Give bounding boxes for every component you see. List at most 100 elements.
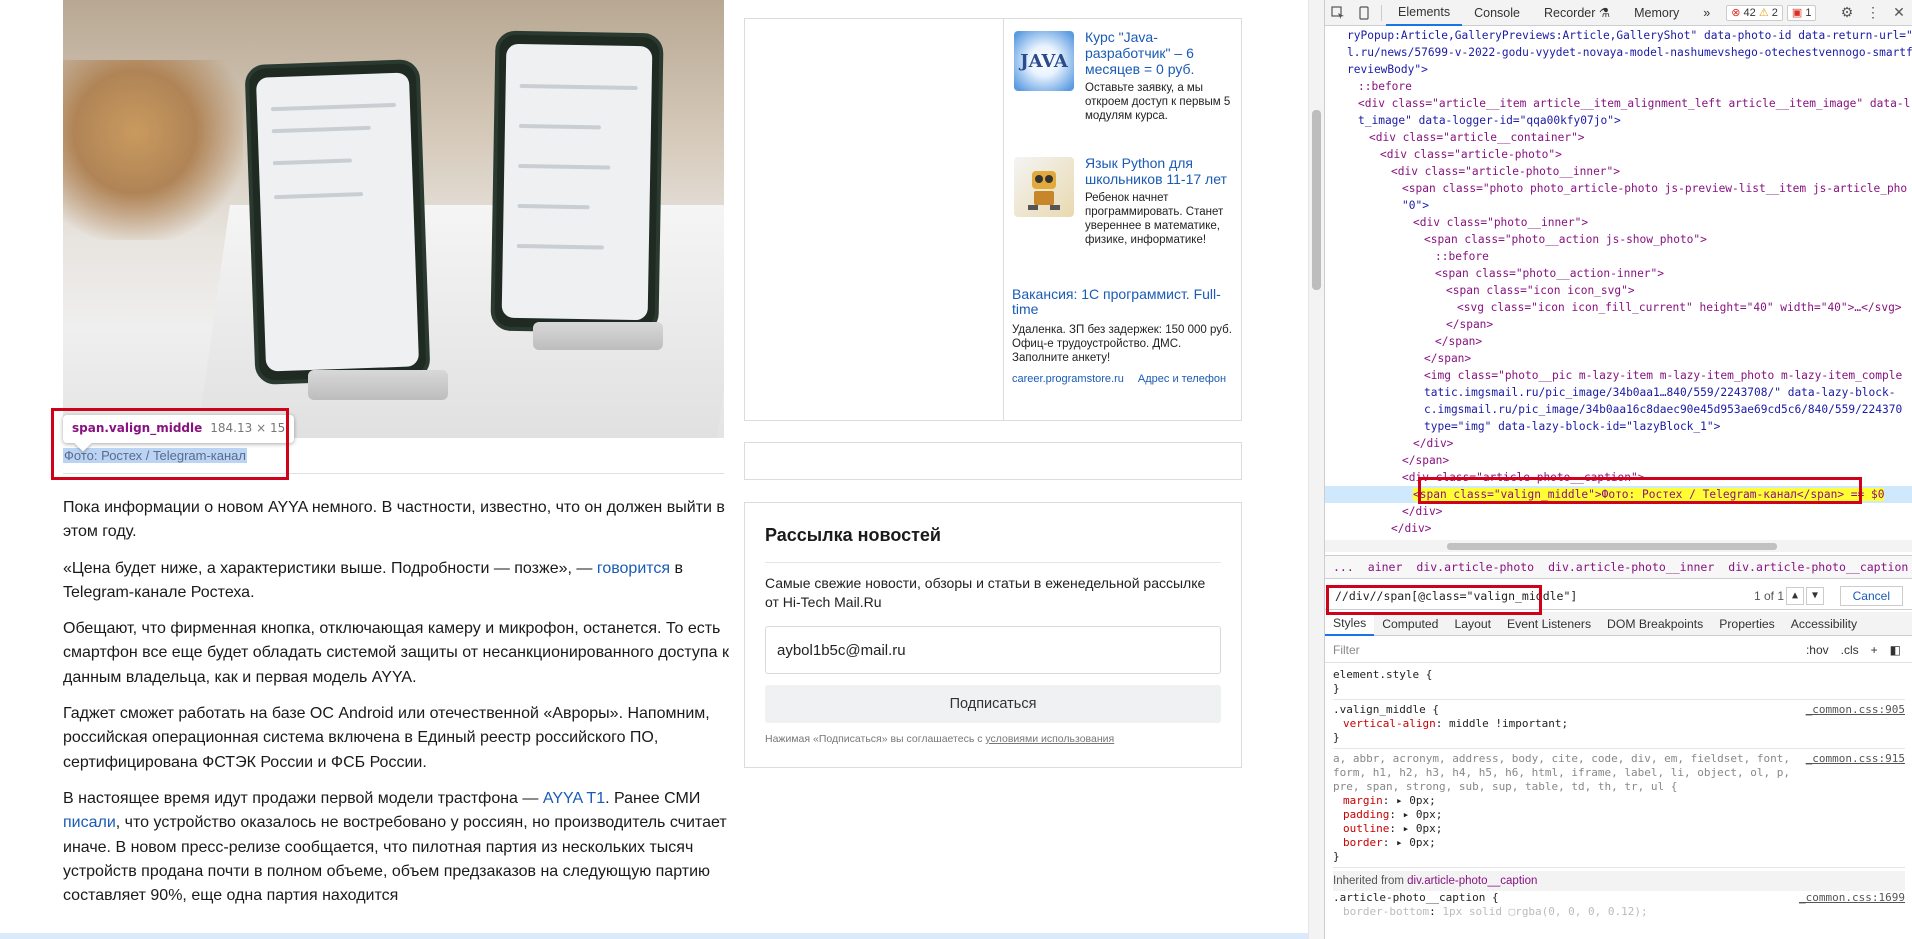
search-next-icon[interactable]: ▼ [1806, 586, 1825, 605]
dom-node-line[interactable]: ::before [1325, 78, 1912, 95]
dom-node-line[interactable]: <img class="photo__pic m-lazy-item m-laz… [1325, 367, 1912, 384]
dom-node-line[interactable]: </div> [1325, 503, 1912, 520]
inherited-from-link[interactable]: div.article-photo__caption [1407, 875, 1537, 887]
terms-link[interactable]: условиями использования [985, 733, 1114, 745]
dom-node-line[interactable]: type="img" data-lazy-block-id="lazyBlock… [1325, 418, 1912, 435]
more-options-icon[interactable]: ⋮ [1860, 0, 1886, 26]
tab-console[interactable]: Console [1462, 0, 1532, 26]
python-robot-image[interactable] [1014, 157, 1074, 217]
search-prev-icon[interactable]: ▲ [1786, 586, 1805, 605]
dom-node-line[interactable]: <span class="photo__action-inner"> [1325, 265, 1912, 282]
hov-toggle[interactable]: :hov [1806, 643, 1829, 657]
new-rule-icon[interactable]: + [1871, 643, 1878, 657]
dom-node-line[interactable]: t_image" data-logger-id="qqa00kfy07jo"> [1325, 112, 1912, 129]
styles-filter-input[interactable]: Filter [1333, 643, 1360, 657]
rule-source-link[interactable]: _common.css:905 [1806, 703, 1905, 717]
ad-link-site[interactable]: career.programstore.ru [1012, 373, 1124, 385]
dom-node-line[interactable]: </span> [1325, 452, 1912, 469]
dom-node-line[interactable]: <span class="icon icon_svg"> [1325, 282, 1912, 299]
elements-tree[interactable]: ryPopup:Article,GalleryPreviews:Article,… [1325, 27, 1912, 547]
css-property[interactable]: vertical-align [1343, 717, 1436, 730]
scrollbar-thumb[interactable] [1447, 543, 1777, 550]
subtab-dom-breakpoints[interactable]: DOM Breakpoints [1599, 612, 1711, 636]
dom-node-line[interactable]: <svg class="icon icon_fill_current" heig… [1325, 299, 1912, 316]
page-scrollbar[interactable] [1308, 0, 1324, 939]
more-tabs-button[interactable]: » [1691, 0, 1722, 26]
css-property[interactable]: padding [1343, 808, 1389, 821]
device-toolbar-icon[interactable] [1351, 0, 1377, 26]
subtab-styles[interactable]: Styles [1325, 611, 1375, 636]
elements-horizontal-scrollbar[interactable] [1325, 540, 1912, 552]
rule-source-link[interactable]: _common.css:915 [1806, 752, 1905, 766]
subtab-accessibility[interactable]: Accessibility [1783, 612, 1865, 636]
inspect-element-icon[interactable] [1325, 0, 1351, 26]
breadcrumb-item[interactable]: div.article-photo__caption [1728, 560, 1908, 574]
css-value[interactable]: : ▸ 0px; [1389, 822, 1442, 835]
dom-node-line[interactable]: ryPopup:Article,GalleryPreviews:Article,… [1325, 27, 1912, 44]
dom-node-line[interactable]: </div> [1325, 520, 1912, 537]
ad-title[interactable]: Язык Python для школьников 11-17 лет [1085, 155, 1233, 187]
ad-link-address[interactable]: Адрес и телефон [1138, 373, 1226, 385]
link-ayya-t1[interactable]: AYYA T1 [543, 790, 605, 807]
link-govoritsya[interactable]: говорится [597, 560, 670, 577]
ad-item-vacancy[interactable]: Вакансия: 1С программист. Full-time Удал… [1012, 287, 1233, 386]
css-value[interactable]: : ▸ 0px; [1383, 794, 1436, 807]
css-value[interactable]: : ▸ 0px; [1383, 836, 1436, 849]
search-cancel-button[interactable]: Cancel [1839, 585, 1903, 606]
ad-title[interactable]: Вакансия: 1С программист. Full-time [1012, 287, 1233, 317]
rule-source-link[interactable]: _common.css:1699 [1799, 891, 1905, 905]
dom-node-line[interactable]: <span class="photo__action js-show_photo… [1325, 231, 1912, 248]
css-value[interactable]: 1px solid ▢rgba(0, 0, 0, 0.12); [1442, 905, 1647, 918]
style-rule-reset: _common.css:915 a, abbr, acronym, addres… [1333, 752, 1905, 868]
dom-node-line[interactable]: tatic.imgsmail.ru/pic_image/34b0aa1…840/… [1325, 384, 1912, 401]
issues-counter[interactable]: ▣ 1 [1786, 4, 1817, 21]
dom-node-line[interactable]: reviewBody"> [1325, 61, 1912, 78]
dom-node-line[interactable]: <div class="photo__inner"> [1325, 214, 1912, 231]
dom-node-line[interactable]: <span class="photo photo_article-photo j… [1325, 180, 1912, 197]
subtab-properties[interactable]: Properties [1711, 612, 1783, 636]
css-value[interactable]: : ▸ 0px; [1389, 808, 1442, 821]
dom-node-line[interactable]: </span> [1325, 333, 1912, 350]
dom-node-line[interactable]: </span> [1325, 316, 1912, 333]
error-warning-counter[interactable]: ⊗ 42 ⚠ 2 [1726, 4, 1783, 21]
css-property[interactable]: border-bottom [1343, 905, 1429, 918]
breadcrumb-item[interactable]: ... [1333, 560, 1354, 574]
dom-node-line[interactable]: ::before [1325, 248, 1912, 265]
dom-node-line[interactable]: <div class="article__container"> [1325, 129, 1912, 146]
close-icon[interactable]: ✕ [1886, 0, 1912, 26]
tab-recorder[interactable]: Recorder ⚗ [1532, 0, 1622, 26]
css-value[interactable]: middle !important; [1449, 717, 1568, 730]
tab-memory[interactable]: Memory [1622, 0, 1691, 26]
breadcrumb-item[interactable]: div.article-photo [1416, 560, 1534, 574]
css-property[interactable]: margin [1343, 794, 1383, 807]
dom-node-line[interactable]: </span> [1325, 350, 1912, 367]
subtab-layout[interactable]: Layout [1446, 612, 1499, 636]
dom-node-line[interactable]: <div class="article-photo__inner"> [1325, 163, 1912, 180]
dom-node-line[interactable]: <div class="article__item article__item_… [1325, 95, 1912, 112]
tab-elements[interactable]: Elements [1386, 0, 1463, 26]
article-photo[interactable] [63, 0, 724, 438]
breadcrumb-item[interactable]: div.article-photo__inner [1548, 560, 1714, 574]
cls-toggle[interactable]: .cls [1841, 643, 1859, 657]
dom-node-line[interactable]: <div class="article-photo"> [1325, 146, 1912, 163]
dom-node-line[interactable]: c.imgsmail.ru/pic_image/34b0aa16c8daec90… [1325, 401, 1912, 418]
ad-title[interactable]: Курс "Java-разработчик" – 6 месяцев = 0 … [1085, 29, 1233, 77]
styles-filter-bar: Filter :hov .cls + ◧ [1325, 637, 1912, 663]
ad-item-python[interactable]: Язык Python для школьников 11-17 лет Реб… [1012, 155, 1233, 277]
scrollbar-thumb[interactable] [1312, 110, 1321, 290]
subtab-event-listeners[interactable]: Event Listeners [1499, 612, 1599, 636]
dom-node-line[interactable]: "0"> [1325, 197, 1912, 214]
css-property[interactable]: border [1343, 836, 1383, 849]
link-pisali[interactable]: писали [63, 814, 116, 831]
dom-node-line[interactable]: </div> [1325, 435, 1912, 452]
breadcrumb-item[interactable]: ainer [1368, 560, 1403, 574]
css-property[interactable]: outline [1343, 822, 1389, 835]
ad-item-java[interactable]: JAVA Курс "Java-разработчик" – 6 месяцев… [1012, 29, 1233, 145]
computed-sidebar-icon[interactable]: ◧ [1890, 643, 1901, 657]
java-course-image[interactable]: JAVA [1014, 31, 1074, 91]
subscribe-button[interactable]: Подписаться [765, 685, 1221, 723]
settings-gear-icon[interactable]: ⚙ [1834, 0, 1860, 26]
dom-node-line[interactable]: l.ru/news/57699-v-2022-godu-vyydet-novay… [1325, 44, 1912, 61]
subtab-computed[interactable]: Computed [1374, 612, 1446, 636]
newsletter-email-input[interactable]: aybol1b5c@mail.ru [765, 626, 1221, 674]
